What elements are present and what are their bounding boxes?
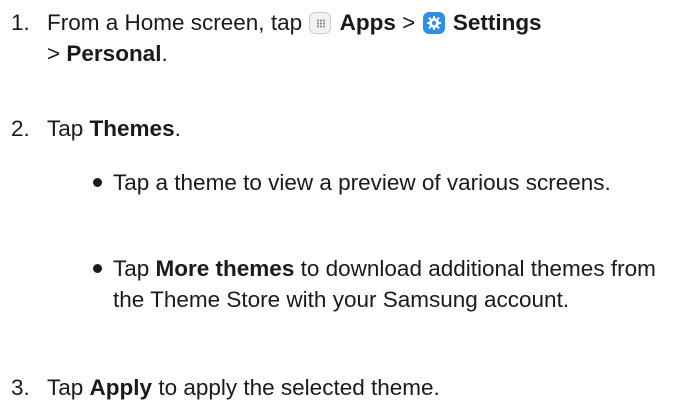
path-separator: > bbox=[402, 10, 416, 35]
bullet-text: Tap a theme to view a preview of various… bbox=[113, 170, 611, 195]
bullet-text: Tap More themes to download additional t… bbox=[113, 253, 673, 315]
apps-grid-icon bbox=[309, 12, 332, 34]
step-period: . bbox=[161, 41, 168, 66]
themes-label: Themes bbox=[89, 116, 175, 141]
step-text-intro: Tap bbox=[47, 375, 84, 400]
step-text: Tap Themes. bbox=[47, 113, 677, 144]
step-text-intro: From a Home screen, tap bbox=[47, 10, 303, 35]
more-themes-label: More themes bbox=[155, 256, 295, 281]
personal-label: Personal bbox=[66, 41, 162, 66]
step-number: 3. bbox=[11, 375, 30, 400]
path-separator: > bbox=[47, 41, 61, 66]
step-text-rest: to apply the selected theme. bbox=[158, 375, 440, 400]
settings-gear-icon bbox=[422, 12, 445, 34]
step-text-intro: Tap bbox=[47, 116, 84, 141]
step-text: From a Home screen, tap Apps > Settings … bbox=[47, 7, 677, 69]
settings-label: Settings bbox=[452, 10, 542, 35]
step-period: . bbox=[174, 116, 181, 141]
step-number: 1. bbox=[11, 10, 30, 35]
step-number: 2. bbox=[11, 116, 30, 141]
apps-label: Apps bbox=[339, 10, 396, 35]
bullet-icon bbox=[93, 264, 102, 273]
apply-label: Apply bbox=[89, 375, 153, 400]
step-text: Tap Apply to apply the selected theme. bbox=[47, 372, 677, 403]
bullet-text-intro: Tap bbox=[113, 256, 150, 281]
bullet-icon bbox=[93, 178, 102, 187]
